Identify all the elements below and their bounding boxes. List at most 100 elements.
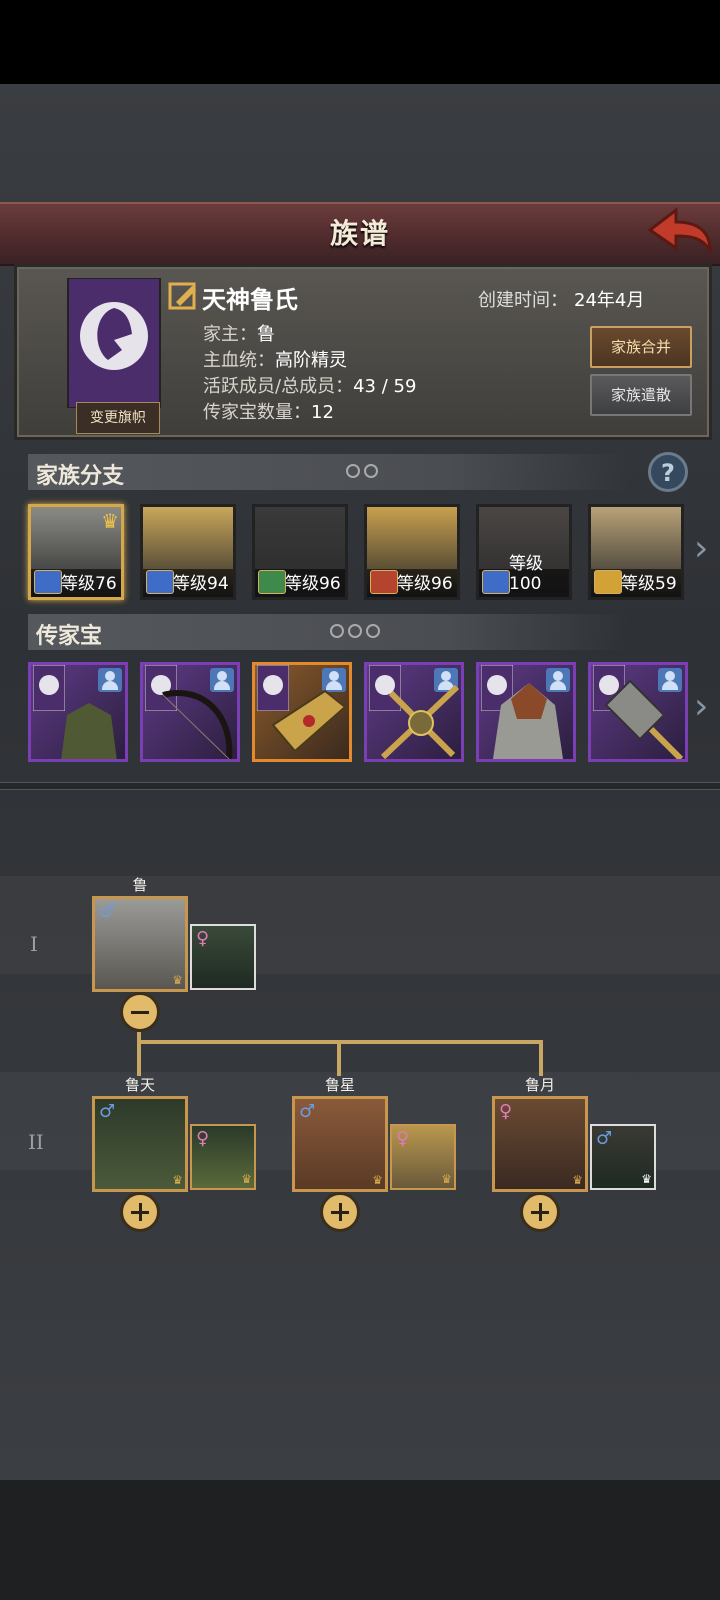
class-icon — [146, 570, 174, 594]
level-text: 等级94 — [173, 574, 229, 594]
disband-clan-button[interactable]: 家族遣散 — [590, 374, 692, 416]
page-title: 族谱 — [329, 217, 390, 250]
male-icon: ♂ — [99, 1101, 116, 1122]
member-portrait[interactable]: ♂ ♛ — [292, 1096, 388, 1192]
female-icon: ♀ — [196, 928, 210, 949]
member-portrait[interactable]: ♂ ♛ — [92, 1096, 188, 1192]
level-strip: 等级100 — [479, 554, 569, 597]
person-icon — [98, 668, 122, 692]
crossguard-icon — [271, 689, 347, 753]
generation-label: II — [28, 1130, 44, 1154]
heirloom-card-crossbow[interactable] — [364, 662, 464, 762]
member-portrait[interactable]: ♂ ♛ — [92, 896, 188, 992]
branches-title: 家族分支 — [36, 464, 125, 489]
expand-button[interactable] — [520, 1192, 560, 1232]
hammer-icon — [604, 679, 684, 759]
member-name: 鲁星 — [324, 1076, 355, 1094]
tree-connector — [337, 1040, 341, 1076]
edit-name-icon[interactable] — [168, 280, 198, 310]
heirlooms-page-dots — [330, 624, 380, 638]
crossbow-icon — [380, 684, 460, 759]
heirloom-count-value: 12 — [311, 402, 334, 423]
created-value: 24年4月 — [574, 290, 645, 311]
crown-icon: ♛ — [641, 1172, 652, 1186]
level-text: 等级76 — [61, 574, 117, 594]
expand-button[interactable] — [320, 1192, 360, 1232]
level-strip: 等级59 — [591, 569, 681, 597]
crown-icon: ♛ — [441, 1172, 452, 1186]
spouse-portrait[interactable]: ♂ ♛ — [590, 1124, 656, 1190]
chainmail-icon — [493, 683, 563, 759]
level-text: 等级96 — [397, 574, 453, 594]
page-dot — [346, 464, 360, 478]
tree-connector — [137, 1040, 141, 1076]
members-line: 活跃成员/总成员：43 / 59 — [203, 372, 416, 398]
member-portrait[interactable]: ♀ ♛ — [492, 1096, 588, 1192]
heirloom-card-bow[interactable] — [140, 662, 240, 762]
bottom-nav-area — [0, 1480, 720, 1600]
branch-card[interactable]: 等级76 ♛ — [28, 504, 124, 600]
level-strip: 等级76 — [31, 569, 121, 597]
bloodline-value: 高阶精灵 — [275, 350, 347, 371]
crown-icon: ♛ — [172, 973, 183, 987]
class-icon — [34, 570, 62, 594]
spouse-portrait[interactable]: ♀ — [190, 924, 256, 990]
spouse-portrait[interactable]: ♀ ♛ — [190, 1124, 256, 1190]
level-strip: 等级94 — [143, 569, 233, 597]
level-text: 等级59 — [621, 574, 677, 594]
bloodline-line: 主血统：高阶精灵 — [203, 346, 347, 372]
female-icon: ♀ — [196, 1128, 210, 1149]
merge-clan-button[interactable]: 家族合并 — [590, 326, 692, 368]
page-dot — [330, 624, 344, 638]
heirloom-card-crossguard[interactable] — [252, 662, 352, 762]
member-name: 鲁月 — [524, 1076, 555, 1094]
members-label: 活跃成员/总成员： — [203, 376, 354, 397]
member-name: 鲁天 — [124, 1076, 155, 1094]
female-icon: ♀ — [396, 1128, 410, 1149]
collapse-button[interactable] — [120, 992, 160, 1032]
back-button[interactable] — [646, 206, 714, 256]
generation-label: I — [30, 932, 38, 956]
help-button[interactable]: ? — [648, 452, 688, 492]
crown-icon: ♛ — [372, 1173, 383, 1187]
branches-next-arrow-icon[interactable]: › — [694, 528, 708, 569]
heirloom-card-chainmail[interactable] — [476, 662, 576, 762]
created-label: 创建时间： — [478, 290, 568, 311]
armor-icon — [61, 703, 117, 759]
class-icon — [594, 570, 622, 594]
expand-button[interactable] — [120, 1192, 160, 1232]
change-banner-button[interactable]: 变更旗帜 — [76, 402, 160, 434]
crown-icon: ♛ — [572, 1173, 583, 1187]
tree-connector — [539, 1040, 543, 1076]
level-text: 等级96 — [285, 574, 341, 594]
heirloom-count-label: 传家宝数量： — [203, 402, 311, 423]
heirlooms-header — [28, 614, 628, 650]
branch-card[interactable]: 等级94 — [140, 504, 236, 600]
level-text: 等级100 — [509, 554, 543, 594]
heirloom-count-line: 传家宝数量：12 — [203, 398, 334, 424]
member-name: 鲁 — [132, 876, 148, 894]
branch-card[interactable]: 等级96 — [252, 504, 348, 600]
female-icon: ♀ — [499, 1101, 513, 1122]
page-dot — [348, 624, 362, 638]
heirlooms-title: 传家宝 — [36, 624, 103, 649]
branches-page-dots — [346, 464, 378, 478]
bloodline-label: 主血统： — [203, 350, 275, 371]
level-strip: 等级96 — [367, 569, 457, 597]
spouse-portrait[interactable]: ♀ ♛ — [390, 1124, 456, 1190]
patriarch-value: 鲁 — [257, 324, 275, 345]
created-time: 创建时间： 24年4月 — [478, 286, 644, 312]
branch-card[interactable]: 等级100 — [476, 504, 572, 600]
class-icon — [370, 570, 398, 594]
heirlooms-next-arrow-icon[interactable]: › — [694, 686, 708, 727]
crown-icon: ♛ — [101, 509, 119, 533]
heirloom-card-armor[interactable] — [28, 662, 128, 762]
clan-name: 天神鲁氏 — [202, 286, 298, 314]
banner-flag-icon — [67, 277, 161, 409]
crown-icon: ♛ — [172, 1173, 183, 1187]
page-dot — [366, 624, 380, 638]
bow-icon — [162, 690, 233, 759]
branch-card[interactable]: 等级59 — [588, 504, 684, 600]
branch-card[interactable]: 等级96 — [364, 504, 460, 600]
heirloom-card-hammer[interactable] — [588, 662, 688, 762]
